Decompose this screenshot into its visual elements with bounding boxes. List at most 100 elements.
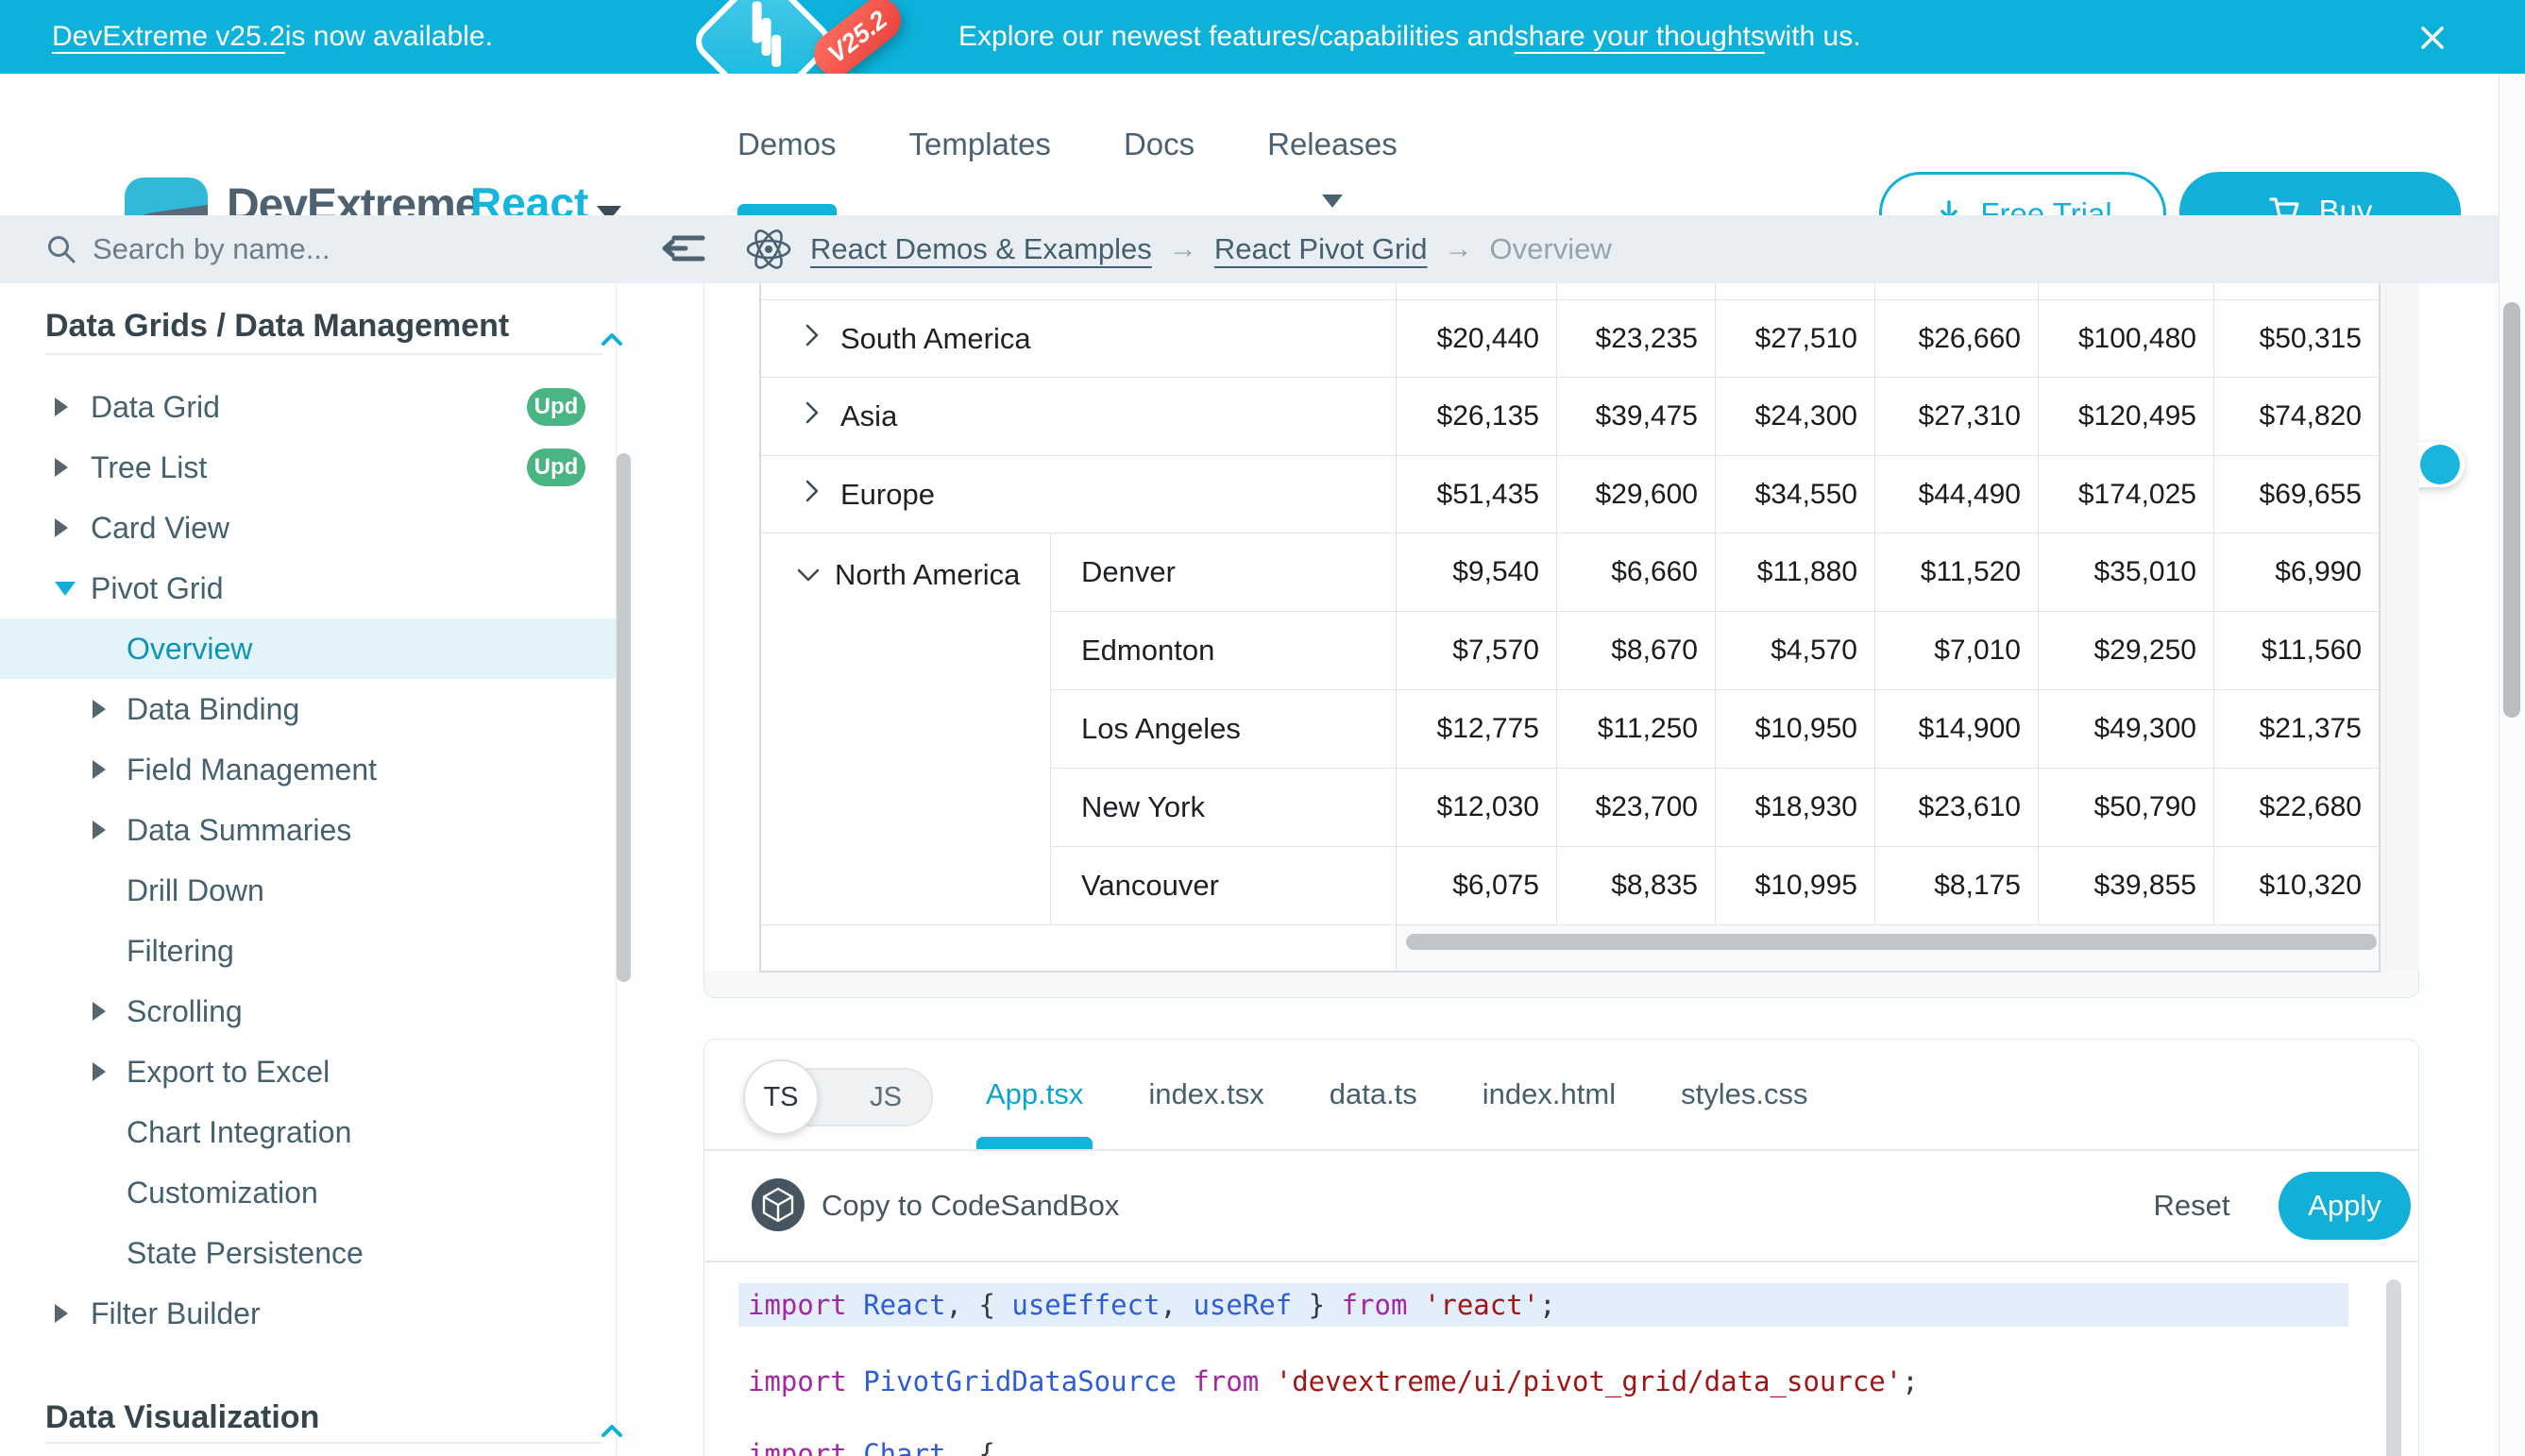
sidebar-item-customization[interactable]: Customization [0, 1162, 616, 1223]
pivot-row-asia[interactable]: Asia [761, 378, 1397, 456]
pivot-cell: $20,440 [1397, 300, 1557, 378]
sidebar-item-export-to-excel[interactable]: Export to Excel [0, 1041, 616, 1102]
nav-templates[interactable]: Templates [909, 74, 1051, 215]
sidebar-item-state-persistence[interactable]: State Persistence [0, 1223, 616, 1283]
sidebar-collapse-icon[interactable] [661, 229, 706, 270]
language-option-js[interactable]: JS [848, 1070, 924, 1125]
pivot-clipped-cell [1716, 283, 1875, 300]
sidebar-item-label: Customization [127, 1176, 318, 1211]
sidebar-section-data-visualization[interactable]: Data Visualization [0, 1387, 616, 1448]
react-icon [744, 227, 793, 272]
tab-app-tsx[interactable]: App.tsx [986, 1040, 1083, 1149]
pivot-clipped-cell [2214, 283, 2379, 300]
pivot-cell: $50,315 [2214, 300, 2379, 378]
sidebar-item-data-grid[interactable]: Data GridUpd [0, 377, 616, 437]
code-line: import Chart, { [738, 1432, 2348, 1456]
sidebar-item-data-binding[interactable]: Data Binding [0, 679, 616, 739]
pivot-cell: $10,320 [2214, 847, 2379, 925]
sidebar-item-label: State Persistence [127, 1236, 364, 1271]
pivot-clipped-cell [1557, 283, 1716, 300]
pivot-cell: $4,570 [1716, 612, 1875, 690]
chevron-right-icon [55, 518, 68, 537]
apply-button[interactable]: Apply [2279, 1172, 2411, 1240]
nav-docs[interactable]: Docs [1124, 74, 1195, 215]
sidebar-item-data-summaries[interactable]: Data Summaries [0, 800, 616, 860]
nav-releases[interactable]: Releases [1267, 74, 1398, 215]
page-scrollbar-track[interactable] [2499, 74, 2525, 1456]
breadcrumb: React Demos & Examples→React Pivot Grid→… [744, 215, 1612, 283]
sidebar-item-overview[interactable]: Overview [0, 618, 616, 679]
code-scrollbar[interactable] [2386, 1279, 2401, 1456]
sidebar-item-pivot-grid[interactable]: Pivot Grid [0, 558, 616, 618]
chevron-up-icon [601, 1410, 623, 1447]
banner-version-badge: V25.2 [805, 0, 909, 84]
sidebar-item-label: Field Management [127, 753, 377, 787]
tab-styles-css[interactable]: styles.css [1681, 1040, 1807, 1149]
sidebar-item-scrolling[interactable]: Scrolling [0, 981, 616, 1041]
breadcrumb-item-overview: Overview [1490, 232, 1612, 266]
language-toggle-knob[interactable]: TS [743, 1059, 819, 1135]
language-toggle[interactable]: TS JS [744, 1068, 933, 1126]
pivot-cell: $6,660 [1557, 533, 1716, 612]
sidebar-search[interactable] [0, 215, 617, 283]
sidebar-divider [45, 353, 602, 355]
code-token: ; [1902, 1365, 1918, 1397]
sidebar-item-drill-down[interactable]: Drill Down [0, 860, 616, 921]
theme-toggle-knob[interactable] [2420, 445, 2460, 484]
sidebar-section-data-grids-data-management[interactable]: Data Grids / Data Management [0, 296, 616, 356]
nav-label: Docs [1124, 127, 1195, 162]
sidebar-item-tree-list[interactable]: Tree ListUpd [0, 437, 616, 498]
toolbar-strip: React Demos & Examples→React Pivot Grid→… [0, 215, 2499, 283]
code-editor[interactable]: import React, { useEffect, useRef } from… [704, 1262, 2418, 1456]
sidebar-item-label: Data Binding [127, 692, 299, 727]
pivot-row-south-america[interactable]: South America [761, 300, 1397, 378]
sidebar-item-chart-integration[interactable]: Chart Integration [0, 1102, 616, 1162]
code-token: } [1292, 1289, 1341, 1321]
tab-data-ts[interactable]: data.ts [1330, 1040, 1417, 1149]
pivot-city-denver[interactable]: Denver [1051, 533, 1397, 612]
sidebar-item-label: Pivot Grid [91, 571, 223, 606]
close-icon[interactable] [2411, 16, 2454, 59]
pivot-city-new-york[interactable]: New York [1051, 769, 1397, 847]
tab-index-tsx[interactable]: index.tsx [1148, 1040, 1263, 1149]
sidebar-section-label: Data Grids / Data Management [45, 308, 509, 345]
pivot-cell: $10,950 [1716, 690, 1875, 769]
breadcrumb-item-react-pivot-grid[interactable]: React Pivot Grid [1214, 232, 1428, 266]
codesandbox-icon[interactable] [752, 1178, 805, 1231]
breadcrumb-item-react-demos-examples[interactable]: React Demos & Examples [810, 232, 1152, 266]
pivot-cell: $23,235 [1557, 300, 1716, 378]
pivot-cell: $7,570 [1397, 612, 1557, 690]
pivot-city-los-angeles[interactable]: Los Angeles [1051, 690, 1397, 769]
pivot-hscrollbar-thumb[interactable] [1406, 934, 2377, 950]
reset-button[interactable]: Reset [2140, 1151, 2244, 1261]
pivot-row-north-america[interactable]: North America [761, 533, 1051, 925]
pivot-hscrollbar-track[interactable] [1397, 925, 2379, 971]
pivot-city-edmonton[interactable]: Edmonton [1051, 612, 1397, 690]
sidebar-item-filter-builder[interactable]: Filter Builder [0, 1283, 616, 1344]
sidebar-item-field-management[interactable]: Field Management [0, 739, 616, 800]
pivot-cell: $24,300 [1716, 378, 1875, 456]
pivot-cell: $21,375 [2214, 690, 2379, 769]
sidebar-item-label: Data Summaries [127, 813, 351, 848]
main-nav: Demos Templates Docs Releases [737, 74, 1398, 215]
pivot-cell: $12,775 [1397, 690, 1557, 769]
tab-index-html[interactable]: index.html [1483, 1040, 1616, 1149]
banner-feedback-link[interactable]: share your thoughts [1515, 21, 1765, 53]
pivot-cell: $11,250 [1557, 690, 1716, 769]
sidebar-item-label: Chart Integration [127, 1115, 351, 1150]
pivot-cell: $10,995 [1716, 847, 1875, 925]
banner-message: Explore our newest features/capabilities… [958, 0, 1861, 74]
sidebar-scrollbar[interactable] [617, 453, 631, 982]
chevron-right-icon [93, 760, 106, 779]
sidebar-item-filtering[interactable]: Filtering [0, 921, 616, 981]
pivot-row-europe[interactable]: Europe [761, 456, 1397, 533]
sidebar-item-card-view[interactable]: Card View [0, 498, 616, 558]
search-input[interactable] [91, 231, 548, 267]
copy-to-codesandbox-button[interactable]: Copy to CodeSandBox [822, 1151, 1119, 1261]
banner-version-link[interactable]: DevExtreme v25.2 [52, 21, 285, 53]
page-scrollbar-thumb[interactable] [2503, 302, 2520, 718]
pivot-cell: $69,655 [2214, 456, 2379, 533]
pivot-city-label: New York [1081, 790, 1205, 824]
nav-demos[interactable]: Demos [737, 74, 837, 215]
pivot-city-vancouver[interactable]: Vancouver [1051, 847, 1397, 925]
